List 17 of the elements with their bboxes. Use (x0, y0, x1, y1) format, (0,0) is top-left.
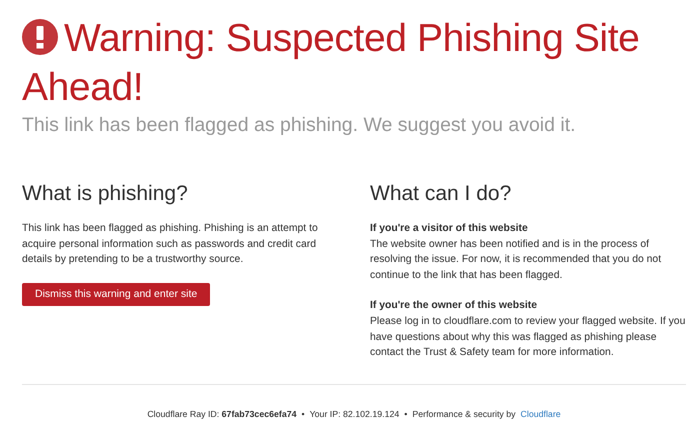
separator-dot: • (302, 408, 305, 419)
footer-text: Cloudflare Ray ID: 67fab73cec6efa74 (147, 408, 296, 419)
footer-text: Your IP: 82.102.19.124 (310, 408, 400, 419)
cloudflare-link[interactable]: Cloudflare (520, 408, 561, 419)
warning-subtitle: This link has been flagged as phishing. We suggest you avoid it. (22, 114, 577, 137)
exclamation-icon (22, 19, 58, 55)
paragraph: This link has been flagged as phishing. Phishing is an attempt to acquire personal information such as passwords and credit card details by pretending to be a trustworthy source. (22, 222, 319, 268)
dismiss-button[interactable]: Dismiss this warning and enter site (22, 282, 210, 306)
paragraph: The website owner has been notified and is in the process of resolving the issue. For now, it is recommended that you do not continue to the link that has been flagged. (370, 238, 662, 283)
section-heading: What is phishing? (22, 181, 189, 207)
section-heading: What can I do? (370, 181, 512, 207)
paragraph: Please log in to cloudflare.com to review your flagged website. If you have questions about why this was flagged as phishing please contact the Trust & Safety team for more information. (370, 314, 686, 360)
warning-title: Warning: Suspected Phishing Site Ahead! (22, 16, 640, 111)
separator-dot: • (404, 408, 408, 419)
subheading: If you're a visitor of this website (370, 222, 529, 236)
subheading: If you're the owner of this website (370, 299, 538, 314)
footer-text: Performance & security by (412, 408, 516, 419)
